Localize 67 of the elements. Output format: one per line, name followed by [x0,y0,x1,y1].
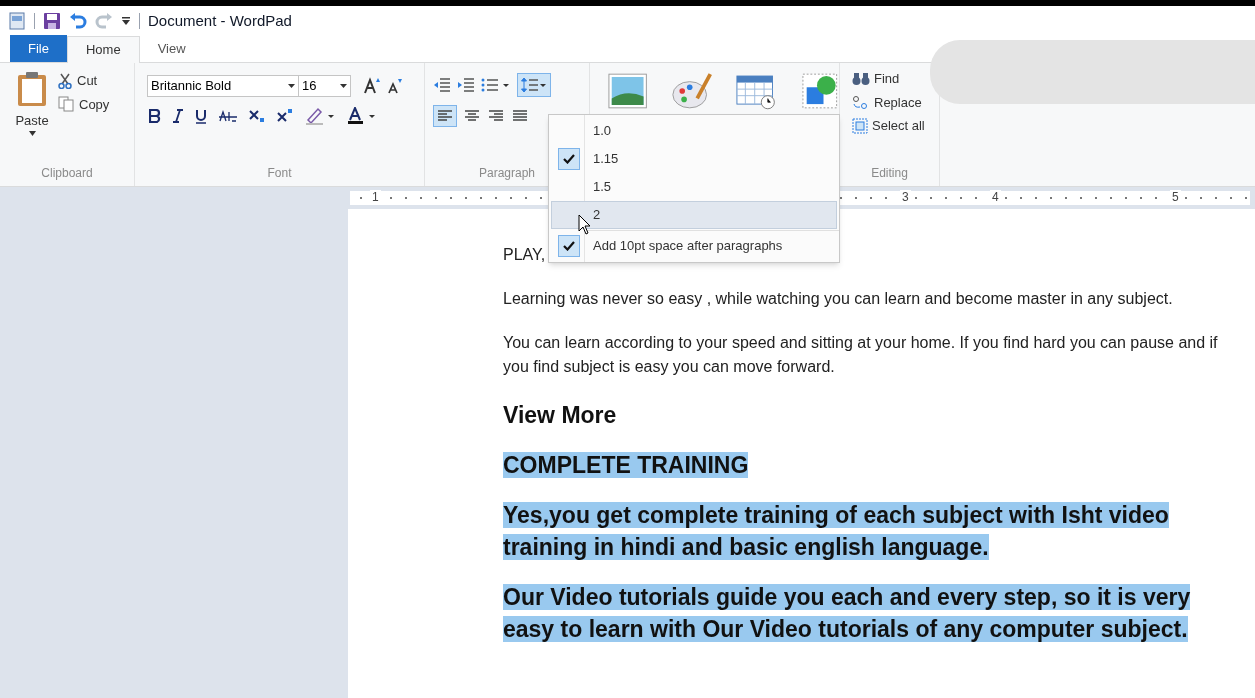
menu-item[interactable]: 1.5 [551,173,837,201]
copy-button[interactable]: Copy [58,94,110,114]
strikethrough-icon[interactable] [219,110,237,122]
mouse-pointer-icon [578,214,592,235]
decrease-indent-icon[interactable] [433,77,451,93]
line-spacing-button[interactable] [517,73,551,97]
align-left-icon [438,110,452,122]
group-label: Clipboard [40,165,94,182]
save-icon[interactable] [43,12,61,30]
replace-icon [852,94,870,111]
select-all-icon [852,117,868,134]
ruler-number: 1 [370,190,381,204]
insert-object-icon[interactable] [801,71,839,111]
undo-icon[interactable] [69,12,87,30]
align-left-button[interactable] [433,105,457,127]
heading-text: View More [503,401,617,430]
caret-icon [28,130,36,136]
highlighter-icon[interactable] [305,107,335,125]
scissors-icon [58,72,72,89]
ruler-number: 3 [900,190,911,204]
subscript-icon[interactable] [249,109,265,123]
align-center-icon[interactable] [463,110,481,122]
line-spacing-icon [521,77,547,93]
app-icon[interactable] [8,12,26,30]
shrink-font-icon[interactable] [387,78,403,94]
ruler-number: 4 [990,190,1001,204]
group-label: Font [266,165,293,182]
font-color-icon[interactable] [347,107,377,125]
menu-item[interactable]: 1.15 [551,145,837,173]
binoculars-icon [852,71,870,86]
heading-text: Our Video tutorials guide you each and every step, so it is very easy to learn with Our Video tutorials of any computer subject. [503,583,1192,644]
ribbon-tab[interactable]: View [139,35,204,62]
paragraph-text: Learning was never so easy , while watching you can learn and become master in any subject. [503,289,1173,309]
picture-icon[interactable] [608,71,648,111]
menu-item[interactable]: 1.0 [551,117,837,145]
ribbon-tab[interactable]: File [10,35,67,62]
paste-button[interactable]: Paste [12,71,52,164]
copy-icon [58,96,74,113]
caret-icon [288,84,295,88]
paint-palette-icon[interactable] [671,71,713,111]
heading-text: Yes,you get complete training of each subject with Isht video training in hindi and basic english language. [503,501,1170,562]
font-family-field[interactable]: Britannic Bold [147,75,299,97]
ribbon-tab[interactable]: Home [66,36,140,63]
paragraph-text: You can learn according to your speed and sitting at your home. If you find hard you can pause and if you find subject is easy you can move forward. [503,333,1219,377]
align-right-icon[interactable] [487,110,505,122]
ruler-number: 5 [1170,190,1181,204]
increase-indent-icon[interactable] [457,77,475,93]
group-label: Editing [870,165,909,182]
font-size-field[interactable]: 16 [299,75,351,97]
heading-text: COMPLETE TRAINING [503,451,749,480]
caret-icon [340,84,347,88]
cut-button[interactable]: Cut [58,71,110,91]
customize-caret-icon[interactable] [121,16,131,26]
italic-icon[interactable] [173,109,183,123]
menu-item[interactable]: Add 10pt space after paragraphs [551,232,837,260]
select-all-button[interactable]: Select all [852,116,939,136]
bold-icon[interactable] [149,109,161,123]
window-title: Document - WordPad [148,10,292,31]
menu-item[interactable]: 2 [551,201,837,229]
underline-icon[interactable] [195,108,207,124]
clipboard-icon [16,71,48,107]
justify-icon[interactable] [511,110,529,122]
group-label: Paragraph [477,165,536,182]
paragraph-text: PLAY, [503,245,546,265]
superscript-icon[interactable] [277,109,293,123]
grow-font-icon[interactable] [363,77,381,95]
bullet-list-icon[interactable] [481,77,511,93]
